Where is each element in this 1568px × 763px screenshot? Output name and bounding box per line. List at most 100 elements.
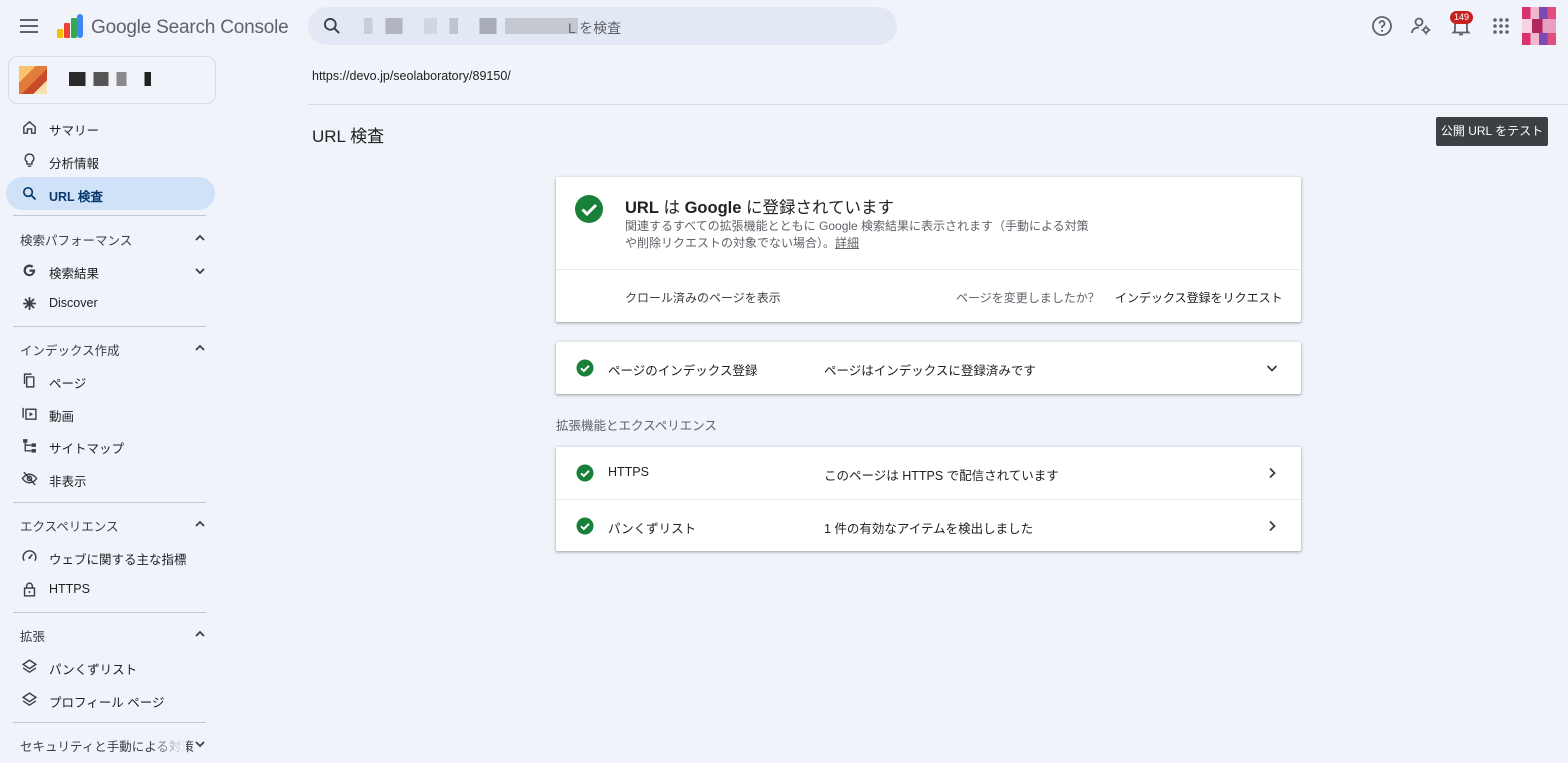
sidebar-item-label: ウェブに関する主な指標 xyxy=(49,553,187,567)
redacted-property xyxy=(364,18,578,34)
sidebar-item-insights[interactable]: 分析情報 xyxy=(6,144,215,177)
chevron-right-icon xyxy=(1265,519,1279,533)
pages-icon xyxy=(21,372,38,389)
sidebar-item-pages[interactable]: ページ xyxy=(6,364,215,397)
redacted-property-name xyxy=(69,72,151,86)
chevron-down-icon xyxy=(194,265,206,277)
sidebar-item-discover[interactable]: Discover xyxy=(6,287,215,320)
chevron-right-icon xyxy=(1265,466,1279,480)
chevron-down-icon xyxy=(1265,361,1279,375)
divider xyxy=(308,104,1568,105)
section-indexing[interactable]: インデックス作成 xyxy=(20,338,208,358)
row-name: ページのインデックス登録 xyxy=(608,364,758,378)
sidebar-item-search-results[interactable]: 検索結果 xyxy=(6,254,215,287)
enhancements-card: HTTPS このページは HTTPS で配信されています パンくずリスト 1 件… xyxy=(556,447,1301,551)
check-circle-icon xyxy=(576,464,594,482)
sidebar-item-label: プロフィール ページ xyxy=(49,696,165,710)
gauge-icon xyxy=(21,548,38,565)
page-indexing-row[interactable]: ページのインデックス登録 ページはインデックスに登録済みです xyxy=(556,342,1301,394)
learn-more-link[interactable]: 詳細 xyxy=(835,236,859,250)
row-name: HTTPS xyxy=(608,465,649,479)
layers-icon xyxy=(21,658,38,675)
row-value: ページはインデックスに登録済みです xyxy=(824,364,1036,378)
menu-icon[interactable] xyxy=(17,14,41,38)
fade-overlay xyxy=(150,734,186,754)
page-title: URL 検査 xyxy=(312,127,385,146)
sidebar-item-label: パンくずリスト xyxy=(49,663,138,677)
chevron-up-icon xyxy=(194,628,206,640)
sidebar-item-sitemaps[interactable]: サイトマップ xyxy=(6,429,215,462)
search-icon xyxy=(322,16,342,36)
test-live-url-button[interactable]: 公開 URL をテスト xyxy=(1436,117,1548,146)
sidebar-item-label: Discover xyxy=(49,296,98,310)
row-value: 1 件の有効なアイテムを検出しました xyxy=(824,522,1034,536)
app-title[interactable]: Google Search Console xyxy=(91,17,289,39)
search-console-logo-icon xyxy=(55,14,85,40)
asterisk-icon xyxy=(21,295,38,312)
section-label: 検索パフォーマンス xyxy=(20,234,133,248)
layers-icon xyxy=(21,691,38,708)
sidebar-item-url-inspection[interactable]: URL 検査 xyxy=(6,177,215,210)
manage-users-icon[interactable] xyxy=(1409,14,1433,38)
divider xyxy=(13,326,206,327)
sidebar-item-label: URL 検査 xyxy=(49,190,103,204)
sidebar-item-label: 検索結果 xyxy=(49,267,100,281)
enhancement-row-https[interactable]: HTTPS このページは HTTPS で配信されています xyxy=(556,447,1301,500)
google-g-icon xyxy=(21,262,38,279)
row-name: パンくずリスト xyxy=(608,522,697,536)
check-circle-icon xyxy=(574,194,604,224)
section-label: エクスペリエンス xyxy=(20,520,119,534)
sidebar-item-core-web-vitals[interactable]: ウェブに関する主な指標 xyxy=(6,540,215,573)
request-indexing-button[interactable]: インデックス登録をリクエスト xyxy=(1115,289,1283,306)
section-search-performance[interactable]: 検索パフォーマンス xyxy=(20,228,208,248)
section-label: インデックス作成 xyxy=(20,344,120,358)
page-changed-question: ページを変更しましたか？ xyxy=(956,291,1100,305)
section-label: 拡張 xyxy=(20,630,46,644)
home-icon xyxy=(21,119,38,136)
sidebar-item-label: ページ xyxy=(49,377,87,391)
view-crawled-page-link[interactable]: クロール済みのページを表示 xyxy=(625,289,781,306)
status-title: URL は Google に登録されています xyxy=(625,199,895,217)
divider xyxy=(13,612,206,613)
notification-badge: 149 xyxy=(1450,11,1474,24)
search-icon xyxy=(21,185,38,202)
sidebar-item-label: 動画 xyxy=(49,410,75,424)
divider xyxy=(556,269,1301,270)
chevron-down-icon xyxy=(194,738,206,750)
sidebar-item-video[interactable]: 動画 xyxy=(6,397,215,430)
status-description: 関連するすべての拡張機能とともに Google 検索結果に表示されます（手動によ… xyxy=(625,219,1089,250)
search-placeholder: L を検査 xyxy=(568,20,622,36)
property-selector[interactable] xyxy=(8,56,216,104)
sidebar-item-label: 分析情報 xyxy=(49,157,100,171)
sidebar-item-removals[interactable]: 非表示 xyxy=(6,462,215,495)
sidebar-item-summary[interactable]: サマリー xyxy=(6,111,215,144)
row-value: このページは HTTPS で配信されています xyxy=(824,469,1059,483)
divider xyxy=(13,722,206,723)
lock-icon xyxy=(21,581,38,598)
video-icon xyxy=(21,405,38,422)
sidebar-item-https[interactable]: HTTPS xyxy=(6,573,215,606)
sidebar-item-label: HTTPS xyxy=(49,582,90,596)
section-experience[interactable]: エクスペリエンス xyxy=(20,514,208,534)
apps-grid-icon[interactable] xyxy=(1489,14,1513,38)
chevron-up-icon xyxy=(194,232,206,244)
sidebar-item-label: サイトマップ xyxy=(49,442,125,456)
check-circle-icon xyxy=(576,359,594,377)
help-icon[interactable] xyxy=(1370,14,1394,38)
lightbulb-icon xyxy=(21,152,38,169)
sidebar-item-label: 非表示 xyxy=(49,475,87,489)
divider xyxy=(13,502,206,503)
sitemap-icon xyxy=(21,437,38,454)
search-input[interactable]: L を検査 xyxy=(308,7,897,45)
avatar[interactable] xyxy=(1522,7,1556,45)
enhancement-row-breadcrumbs[interactable]: パンくずリスト 1 件の有効なアイテムを検出しました xyxy=(556,500,1301,552)
enhancements-heading: 拡張機能とエクスペリエンス xyxy=(556,419,718,433)
sidebar-item-breadcrumbs[interactable]: パンくずリスト xyxy=(6,650,215,683)
sidebar-item-profile-page[interactable]: プロフィール ページ xyxy=(6,683,215,716)
section-enhancements[interactable]: 拡張 xyxy=(20,624,208,644)
top-bar: Google Search Console L を検査 149 xyxy=(0,0,1568,52)
chevron-up-icon xyxy=(194,518,206,530)
chevron-up-icon xyxy=(194,342,206,354)
hidden-icon xyxy=(21,470,38,487)
sidebar-item-label: サマリー xyxy=(49,124,100,138)
